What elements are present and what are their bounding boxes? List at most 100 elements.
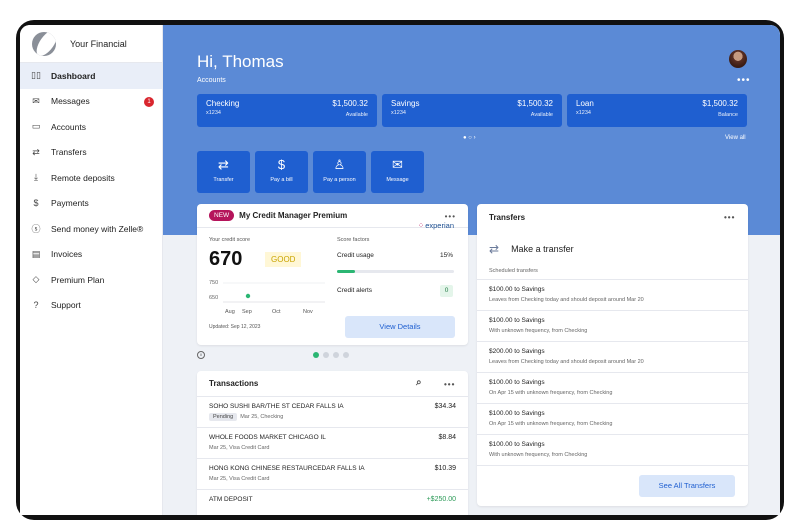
sidebar-item-accounts[interactable]: ▭ Accounts bbox=[20, 114, 162, 140]
sidebar-item-label: Messages bbox=[51, 96, 90, 107]
main-content: Hi, Thomas Accounts ••• Checking x1234 $… bbox=[163, 25, 780, 515]
balance-type: Available bbox=[530, 112, 553, 118]
transaction-date-account: Mar 25, Visa Credit Card bbox=[209, 445, 270, 451]
account-balance: $1,500.32 bbox=[517, 99, 553, 108]
score-point bbox=[245, 293, 251, 299]
account-card-checking[interactable]: Checking x1234 $1,500.32 Available bbox=[197, 94, 377, 127]
sidebar-item-messages[interactable]: ✉ Messages 1 bbox=[20, 89, 162, 115]
transaction-amount: $10.39 bbox=[434, 465, 456, 472]
account-number: x1234 bbox=[391, 110, 406, 116]
scheduled-transfer-row[interactable]: $100.00 to Savings With unknown frequenc… bbox=[477, 435, 748, 466]
transfers-more-icon[interactable]: ••• bbox=[724, 213, 735, 222]
transaction-row[interactable]: ATM DEPOSIT +$250.00 bbox=[197, 490, 468, 515]
transaction-row[interactable]: HONG KONG CHINESE RESTAURCEDAR FALLS IA … bbox=[197, 459, 468, 490]
brand[interactable]: Your Financial bbox=[20, 25, 162, 63]
greeting: Hi, Thomas bbox=[197, 52, 284, 71]
score-rating: GOOD bbox=[265, 252, 302, 267]
transfer-detail: On Apr 15 with unknown frequency, from C… bbox=[489, 421, 613, 427]
credit-alerts-count: 0 bbox=[440, 285, 453, 297]
account-card-savings[interactable]: Savings x1234 $1,500.32 Available bbox=[382, 94, 562, 127]
transfer-icon: ⇄ bbox=[32, 146, 40, 157]
scheduled-label: Scheduled transfers bbox=[489, 268, 538, 274]
view-details-button[interactable]: View Details bbox=[345, 316, 455, 338]
transfer-detail: Leaves from Checking today and should de… bbox=[489, 297, 644, 303]
transfer-detail: Leaves from Checking today and should de… bbox=[489, 359, 644, 365]
transactions-list: SOHO SUSHI BAR/THE ST CEDAR FALLS IA Pen… bbox=[197, 397, 468, 515]
sidebar-item-payments[interactable]: $ Payments bbox=[20, 191, 162, 217]
factor-credit-usage: Credit usage bbox=[337, 252, 374, 259]
sidebar-item-support[interactable]: ? Support bbox=[20, 293, 162, 319]
make-transfer-label: Make a transfer bbox=[511, 244, 574, 254]
sidebar-item-label: Invoices bbox=[51, 249, 83, 260]
scheduled-transfer-row[interactable]: $100.00 to Savings On Apr 15 with unknow… bbox=[477, 404, 748, 435]
pay-a-bill-button[interactable]: $ Pay a bill bbox=[255, 151, 308, 193]
account-card-loan[interactable]: Loan x1234 $1,500.32 Balance bbox=[567, 94, 747, 127]
make-transfer-link[interactable]: ⇄ Make a transfer bbox=[489, 242, 574, 256]
sidebar: Your Financial ▯▯ Dashboard ✉ Messages 1 ▭ … bbox=[20, 25, 163, 515]
accounts-pager[interactable]: ● ○ › bbox=[463, 135, 476, 141]
scheduled-transfer-row[interactable]: $100.00 to Savings On Apr 15 with unknow… bbox=[477, 373, 748, 404]
dashboard-icon: ▯▯ bbox=[31, 70, 41, 81]
sidebar-item-premium-plan[interactable]: ◇ Premium Plan bbox=[20, 267, 162, 293]
transaction-meta: Mar 25, Visa Credit Card bbox=[209, 476, 456, 482]
transfer-amount: $100.00 to Savings bbox=[489, 441, 545, 448]
app-screen: Your Financial ▯▯ Dashboard ✉ Messages 1 ▭ … bbox=[20, 25, 780, 515]
transactions-card: Transactions ⌕ ••• SOHO SUSHI BAR/THE ST… bbox=[197, 371, 468, 515]
account-number: x1234 bbox=[206, 110, 221, 116]
transaction-meta: Pending Mar 25, Checking bbox=[209, 413, 456, 421]
dollar-doc-icon: $ bbox=[33, 198, 39, 209]
sidebar-item-label: Send money with Zelle® bbox=[51, 223, 144, 234]
quick-actions: ⇄ Transfer $ Pay a bill ♙ Pay a person ✉ Me… bbox=[197, 151, 424, 193]
scheduled-transfers-list: $100.00 to Savings Leaves from Checking … bbox=[477, 279, 748, 466]
scheduled-transfer-row[interactable]: $200.00 to Savings Leaves from Checking … bbox=[477, 342, 748, 373]
zelle-icon: ⓢ bbox=[31, 224, 41, 235]
sidebar-item-send-money-with-zelle[interactable]: ⓢ Send money with Zelle® bbox=[20, 216, 162, 242]
action-label: Pay a person bbox=[323, 177, 356, 183]
sidebar-item-label: Support bbox=[51, 300, 81, 311]
scheduled-transfer-row[interactable]: $100.00 to Savings With unknown frequenc… bbox=[477, 311, 748, 342]
invoice-icon: ▤ bbox=[31, 248, 41, 259]
search-icon[interactable]: ⌕ bbox=[416, 377, 423, 388]
message-button[interactable]: ✉ Message bbox=[371, 151, 424, 193]
credit-carousel-pager[interactable] bbox=[313, 352, 349, 358]
sidebar-item-transfers[interactable]: ⇄ Transfers bbox=[20, 140, 162, 166]
transactions-more-icon[interactable]: ••• bbox=[444, 380, 455, 389]
transfers-title: Transfers bbox=[489, 212, 526, 222]
carousel-pause-icon[interactable]: II bbox=[197, 351, 205, 359]
transfer-amount: $100.00 to Savings bbox=[489, 410, 545, 417]
experian-logo: experian bbox=[418, 221, 454, 230]
credit-title: My Credit Manager Premium bbox=[239, 211, 348, 220]
view-all-link[interactable]: View all bbox=[725, 135, 746, 141]
transaction-row[interactable]: WHOLE FOODS MARKET CHICAGO IL Mar 25, Vi… bbox=[197, 428, 468, 459]
accounts-more-icon[interactable]: ••• bbox=[737, 75, 751, 86]
transfer-amount: $200.00 to Savings bbox=[489, 348, 545, 355]
sidebar-item-dashboard[interactable]: ▯▯ Dashboard bbox=[20, 63, 162, 89]
avatar[interactable] bbox=[729, 50, 747, 68]
y-label-750: 750 bbox=[209, 280, 218, 286]
download-icon: ⤓ bbox=[34, 172, 38, 183]
x-label-aug: Aug bbox=[225, 309, 235, 315]
score-label: Your credit score bbox=[209, 237, 251, 243]
account-number: x1234 bbox=[576, 110, 591, 116]
see-all-transfers-button[interactable]: See All Transfers bbox=[639, 475, 735, 497]
transaction-amount: $34.34 bbox=[434, 403, 456, 410]
person-icon: ♙ bbox=[333, 157, 346, 172]
brand-name: Your Financial bbox=[70, 38, 127, 49]
scheduled-transfer-row[interactable]: $100.00 to Savings Leaves from Checking … bbox=[477, 280, 748, 311]
credit-card: NEW My Credit Manager Premium ••• experi… bbox=[197, 204, 468, 345]
x-label-sep: Sep bbox=[242, 309, 252, 315]
transfer-button[interactable]: ⇄ Transfer bbox=[197, 151, 250, 193]
bill-icon: $ bbox=[277, 157, 286, 172]
transaction-description: HONG KONG CHINESE RESTAURCEDAR FALLS IA bbox=[209, 465, 365, 472]
transaction-row[interactable]: SOHO SUSHI BAR/THE ST CEDAR FALLS IA Pen… bbox=[197, 397, 468, 428]
pay-a-person-button[interactable]: ♙ Pay a person bbox=[313, 151, 366, 193]
transfer-detail: On Apr 15 with unknown frequency, from C… bbox=[489, 390, 613, 396]
factor-credit-usage-value: 15% bbox=[440, 252, 454, 259]
sidebar-item-invoices[interactable]: ▤ Invoices bbox=[20, 242, 162, 268]
sidebar-item-remote-deposits[interactable]: ⤓ Remote deposits bbox=[20, 165, 162, 191]
account-balance: $1,500.32 bbox=[702, 99, 738, 108]
credit-more-icon[interactable]: ••• bbox=[445, 212, 456, 221]
action-label: Pay a bill bbox=[270, 177, 293, 183]
unread-badge: 1 bbox=[144, 96, 154, 107]
transaction-amount: +$250.00 bbox=[426, 496, 456, 503]
